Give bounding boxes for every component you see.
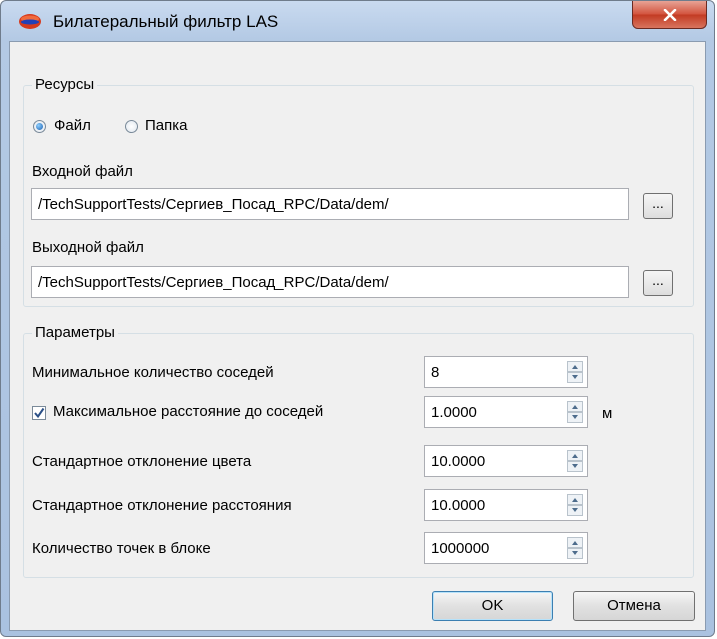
output-file-label: Выходной файл — [32, 239, 144, 256]
spin-down-icon[interactable] — [567, 548, 583, 559]
dialog-body: Ресурсы Файл Папка Входной файл /TechSup… — [9, 41, 706, 631]
title-bar[interactable]: Билатеральный фильтр LAS — [1, 1, 714, 41]
window-title: Билатеральный фильтр LAS — [53, 12, 279, 31]
max-distance-unit: м — [602, 405, 613, 422]
spin-down-icon[interactable] — [567, 505, 583, 516]
spin-down-icon[interactable] — [567, 461, 583, 472]
checkmark-icon — [34, 407, 45, 419]
spin-down-icon[interactable] — [567, 412, 583, 423]
points-per-block-spinbox[interactable]: 1000000 — [424, 532, 588, 564]
spin-up-icon[interactable] — [567, 450, 583, 461]
points-per-block-value: 1000000 — [431, 540, 490, 557]
app-logo-icon — [19, 14, 41, 29]
spin-arrows[interactable] — [567, 450, 583, 472]
resources-group: Ресурсы Файл Папка Входной файл /TechSup… — [23, 76, 694, 307]
min-neighbors-value: 8 — [431, 364, 440, 381]
close-button[interactable] — [632, 1, 707, 29]
radio-folder-label: Папка — [145, 117, 188, 134]
param-label-max-distance: Максимальное расстояние до соседей — [53, 403, 324, 420]
close-icon — [663, 8, 676, 21]
radio-file[interactable] — [33, 120, 46, 133]
cancel-button[interactable]: Отмена — [573, 591, 695, 621]
spin-up-icon[interactable] — [567, 401, 583, 412]
color-stddev-spinbox[interactable]: 10.0000 — [424, 445, 588, 477]
color-stddev-value: 10.0000 — [431, 453, 486, 470]
spin-up-icon[interactable] — [567, 361, 583, 372]
output-file-field[interactable]: /TechSupportTests/Сергиев_Посад_RPC/Data… — [31, 266, 629, 298]
param-label-color-stddev: Стандартное отклонение цвета — [32, 453, 252, 470]
min-neighbors-spinbox[interactable]: 8 — [424, 356, 588, 388]
ok-button[interactable]: OK — [432, 591, 553, 621]
param-label-min-neighbors: Минимальное количество соседей — [32, 364, 274, 381]
input-file-field[interactable]: /TechSupportTests/Сергиев_Посад_RPC/Data… — [31, 188, 629, 220]
spin-up-icon[interactable] — [567, 494, 583, 505]
spin-arrows[interactable] — [567, 361, 583, 383]
radio-file-label: Файл — [54, 117, 91, 134]
spin-arrows[interactable] — [567, 401, 583, 423]
dialog-window: Билатеральный фильтр LAS Ресурсы Файл Па… — [0, 0, 715, 637]
output-browse-button[interactable]: ... — [643, 270, 673, 296]
max-distance-spinbox[interactable]: 1.0000 — [424, 396, 588, 428]
input-browse-button[interactable]: ... — [643, 193, 673, 219]
max-distance-checkbox[interactable] — [32, 406, 46, 420]
param-label-distance-stddev: Стандартное отклонение расстояния — [32, 497, 292, 514]
distance-stddev-spinbox[interactable]: 10.0000 — [424, 489, 588, 521]
parameters-group: Параметры Минимальное количество соседей… — [23, 324, 694, 578]
spin-arrows[interactable] — [567, 537, 583, 559]
param-label-points-per-block: Количество точек в блоке — [32, 540, 211, 557]
max-distance-value: 1.0000 — [431, 404, 477, 421]
input-file-label: Входной файл — [32, 163, 133, 180]
distance-stddev-value: 10.0000 — [431, 497, 486, 514]
spin-arrows[interactable] — [567, 494, 583, 516]
radio-folder[interactable] — [125, 120, 138, 133]
resources-group-title: Ресурсы — [32, 76, 98, 93]
spin-up-icon[interactable] — [567, 537, 583, 548]
spin-down-icon[interactable] — [567, 372, 583, 383]
parameters-group-title: Параметры — [32, 324, 118, 341]
